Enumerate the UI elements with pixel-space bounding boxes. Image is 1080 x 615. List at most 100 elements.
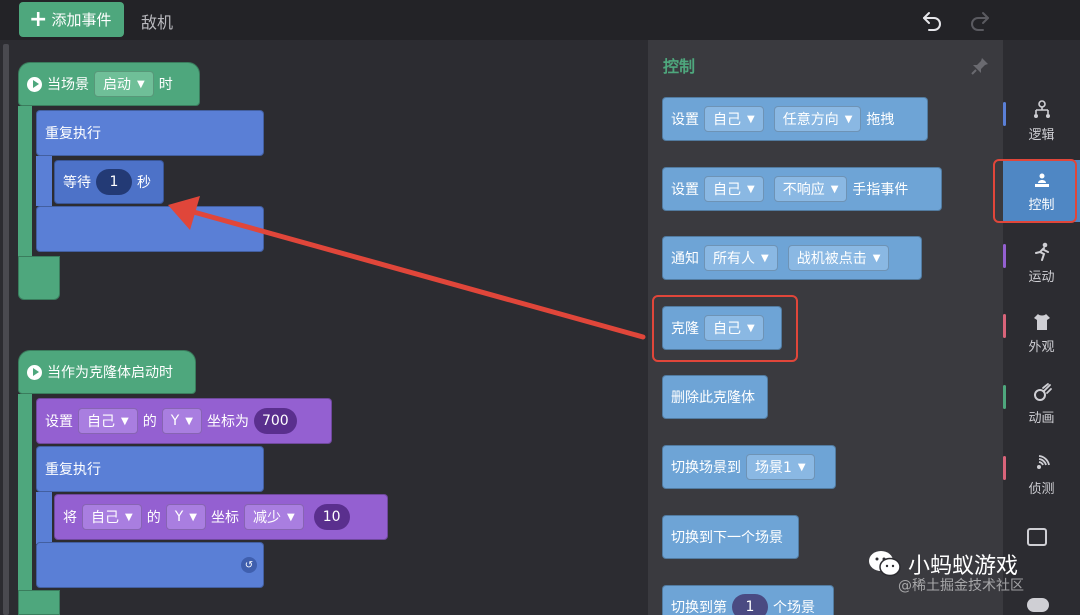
plus-icon: +: [29, 6, 48, 32]
palette-switch-scene-block[interactable]: 切换场景到 场景1 ▼: [662, 445, 836, 489]
palette-next-scene-block[interactable]: 切换到下一个场景: [662, 515, 799, 559]
of-label: 的: [142, 414, 157, 430]
category-color-bar: [1003, 456, 1006, 480]
block-text: 手指事件: [852, 182, 909, 198]
coord-label: 坐标为: [206, 414, 249, 430]
palette-notify-block[interactable]: 通知 所有人 ▼ 战机被点击 ▼: [662, 236, 922, 280]
appearance-icon: [1033, 314, 1050, 330]
block-text: 个场景: [773, 600, 815, 615]
of-label: 的: [146, 510, 161, 526]
category-motion[interactable]: 运动: [1003, 232, 1080, 294]
repeat-footer-2: ↺: [36, 542, 264, 588]
block-text: 切换到下一个场景: [671, 530, 783, 546]
when-scene-starts-hat[interactable]: 当场景 启动 ▼ 时: [18, 62, 200, 106]
redo-icon[interactable]: [968, 8, 992, 32]
clone-hat-rail: [18, 394, 32, 594]
workspace-scrollbar[interactable]: [3, 44, 9, 615]
set-target-dropdown[interactable]: 自己 ▼: [78, 408, 138, 434]
set-y-value-input[interactable]: 700: [253, 408, 297, 434]
wait-label: 等待: [63, 175, 91, 191]
change-target-dropdown[interactable]: 自己 ▼: [82, 504, 142, 530]
category-label: 侦测: [1028, 482, 1055, 497]
watermark-sub: @稀土掘金技术社区: [898, 578, 1024, 594]
scene-event-dropdown[interactable]: 启动 ▼: [94, 71, 154, 97]
add-event-label: 添加事件: [51, 11, 112, 29]
category-logic[interactable]: 逻辑: [1003, 90, 1080, 152]
animation-icon: [1033, 383, 1052, 401]
block-text: 删除此克隆体: [671, 390, 755, 406]
clone-target-dropdown[interactable]: 自己 ▼: [704, 315, 764, 341]
repeat-forever-block-2[interactable]: 重复执行: [36, 446, 264, 492]
target-dropdown[interactable]: 自己 ▼: [704, 176, 764, 202]
palette-title: 控制: [663, 57, 696, 76]
loop-arrow-icon: ↺: [241, 557, 257, 573]
wait-block[interactable]: 等待 1 秒: [54, 160, 164, 204]
block-text: 设置: [671, 182, 699, 198]
direction-dropdown[interactable]: 任意方向 ▼: [773, 106, 862, 132]
when-clone-starts-hat[interactable]: 当作为克隆体启动时: [18, 350, 196, 394]
category-control[interactable]: 控制: [1003, 160, 1080, 222]
repeat-rail: [36, 156, 52, 206]
logic-icon: [1033, 100, 1050, 118]
calculator-icon[interactable]: [1027, 528, 1047, 546]
play-icon: [27, 76, 42, 92]
palette-goto-scene-block[interactable]: 切换到第 1 个场景: [662, 585, 834, 615]
clone-hat-label: 当作为克隆体启动时: [47, 365, 173, 381]
scene-dropdown[interactable]: 场景1 ▼: [746, 454, 815, 480]
repeat-forever-block[interactable]: 重复执行: [36, 110, 264, 156]
block-text: 切换到第: [671, 600, 727, 615]
change-label: 将: [63, 510, 77, 526]
palette-clone-block[interactable]: 克隆 自己 ▼: [662, 306, 782, 350]
wechat-icon: [869, 551, 901, 577]
category-color-bar: [1003, 244, 1006, 268]
category-label: 控制: [1028, 198, 1055, 213]
set-y-coordinate-block[interactable]: 设置 自己 ▼ 的 Y ▼ 坐标为 700: [36, 398, 332, 444]
variable-icon[interactable]: [1027, 598, 1049, 612]
response-dropdown[interactable]: 不响应 ▼: [773, 176, 848, 202]
palette-set-drag-block[interactable]: 设置 自己 ▼ 任意方向 ▼ 拖拽: [662, 97, 928, 141]
control-icon: [1034, 173, 1049, 187]
block-text: 拖拽: [866, 112, 895, 128]
undo-icon[interactable]: [920, 8, 944, 32]
hat-footer: [18, 256, 60, 300]
target-dropdown[interactable]: 自己 ▼: [704, 106, 764, 132]
clone-hat-footer: [18, 590, 60, 615]
category-color-bar: [1003, 102, 1006, 126]
repeat-label: 重复执行: [45, 126, 101, 142]
category-label: 动画: [1028, 411, 1055, 426]
block-text: 克隆: [671, 321, 699, 337]
play-icon: [27, 364, 42, 380]
repeat-label: 重复执行: [45, 462, 101, 478]
category-appearance[interactable]: 外观: [1003, 302, 1080, 364]
category-sensing[interactable]: 侦测: [1003, 444, 1080, 506]
sprite-tab-enemy[interactable]: 敌机: [141, 9, 173, 33]
change-value-input[interactable]: 10: [313, 504, 350, 530]
block-text: 通知: [671, 251, 699, 267]
category-color-bar: [1003, 385, 1006, 409]
pin-icon[interactable]: [970, 56, 990, 76]
wait-seconds-input[interactable]: 1: [96, 169, 132, 195]
hat-prefix: 当场景: [47, 77, 89, 93]
message-dropdown[interactable]: 战机被点击 ▼: [787, 245, 890, 271]
change-axis-dropdown[interactable]: Y ▼: [165, 504, 206, 530]
hat-suffix: 时: [158, 77, 173, 93]
receiver-dropdown[interactable]: 所有人 ▼: [704, 245, 778, 271]
change-op-dropdown[interactable]: 减少 ▼: [243, 504, 304, 530]
palette-set-touch-block[interactable]: 设置 自己 ▼ 不响应 ▼ 手指事件: [662, 167, 942, 211]
set-label: 设置: [45, 414, 73, 430]
set-axis-dropdown[interactable]: Y ▼: [161, 408, 202, 434]
block-text: 设置: [671, 112, 699, 128]
hat-body-rail: [18, 106, 32, 256]
palette-delete-clone-block[interactable]: 删除此克隆体: [662, 375, 768, 419]
sensing-icon: [1036, 455, 1050, 469]
editor-root: + 添加事件 敌机 当场景 启动 ▼ 时 重复执行 等待 1 秒 当作为克隆体启动: [0, 0, 1080, 615]
category-label: 外观: [1028, 340, 1055, 355]
add-event-button[interactable]: + 添加事件: [19, 2, 124, 37]
category-label: 运动: [1028, 270, 1055, 285]
change-y-coordinate-block[interactable]: 将 自己 ▼ 的 Y ▼ 坐标 减少 ▼ 10: [54, 494, 388, 540]
coord-label: 坐标: [210, 510, 239, 526]
category-color-bar: [1003, 314, 1006, 338]
category-animation[interactable]: 动画: [1003, 373, 1080, 435]
category-label: 逻辑: [1028, 128, 1055, 143]
scene-index-input[interactable]: 1: [732, 594, 768, 615]
